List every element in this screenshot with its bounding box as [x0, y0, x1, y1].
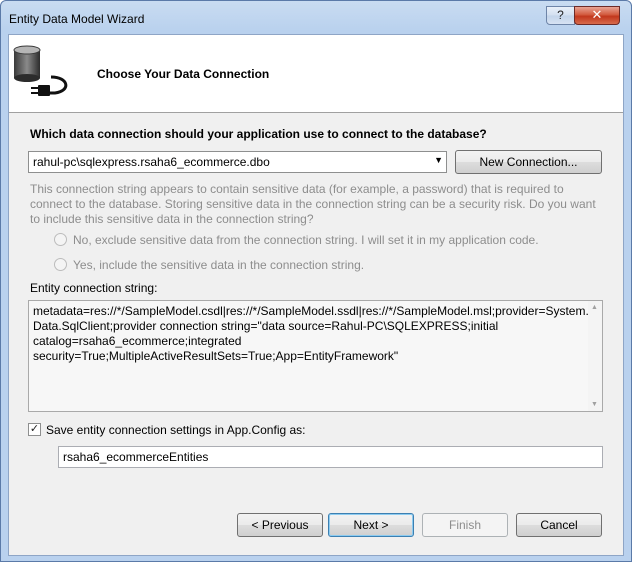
- wizard-header: Choose Your Data Connection: [9, 35, 623, 113]
- radio-button[interactable]: [54, 233, 67, 246]
- scroll-up-icon[interactable]: ▲: [591, 304, 598, 311]
- page-title: Choose Your Data Connection: [97, 67, 270, 81]
- previous-button[interactable]: < Previous: [237, 513, 323, 537]
- title-bar[interactable]: Entity Data Model Wizard ? ✕: [1, 1, 631, 35]
- save-settings-checkbox[interactable]: ✓: [28, 423, 41, 436]
- new-connection-button[interactable]: New Connection...: [455, 150, 602, 174]
- sensitive-data-warning: This connection string appears to contai…: [30, 182, 596, 226]
- close-button[interactable]: ✕: [574, 6, 620, 25]
- finish-button[interactable]: Finish: [422, 513, 508, 537]
- entity-connection-label: Entity connection string:: [30, 281, 158, 295]
- wizard-window: Entity Data Model Wizard ? ✕ Choose Your…: [0, 0, 632, 562]
- radio-button[interactable]: [54, 258, 67, 271]
- connection-select-value: rahul-pc\sqlexpress.rsaha6_ecommerce.dbo: [33, 155, 270, 169]
- entity-connection-textbox[interactable]: metadata=res://*/SampleModel.csdl|res://…: [28, 300, 603, 412]
- radio-include-label: Yes, include the sensitive data in the c…: [73, 258, 365, 272]
- radio-exclude-label: No, exclude sensitive data from the conn…: [73, 233, 539, 247]
- scroll-down-icon[interactable]: ▼: [591, 401, 598, 408]
- chevron-down-icon[interactable]: ▼: [434, 155, 443, 165]
- next-button[interactable]: Next >: [328, 513, 414, 537]
- save-settings-label: Save entity connection settings in App.C…: [46, 423, 306, 437]
- help-button[interactable]: ?: [546, 6, 575, 25]
- vertical-scrollbar[interactable]: ▲ ▼: [588, 301, 602, 411]
- entities-name-input[interactable]: [59, 447, 602, 467]
- cancel-button[interactable]: Cancel: [516, 513, 602, 537]
- window-title: Entity Data Model Wizard: [9, 12, 145, 26]
- dialog-body: Choose Your Data Connection Which data c…: [8, 34, 624, 556]
- entities-name-field[interactable]: [58, 446, 603, 468]
- entity-connection-text: metadata=res://*/SampleModel.csdl|res://…: [33, 304, 589, 363]
- connection-question: Which data connection should your applic…: [30, 127, 487, 141]
- connection-select[interactable]: rahul-pc\sqlexpress.rsaha6_ecommerce.dbo…: [28, 151, 447, 173]
- database-plug-icon: [13, 45, 68, 96]
